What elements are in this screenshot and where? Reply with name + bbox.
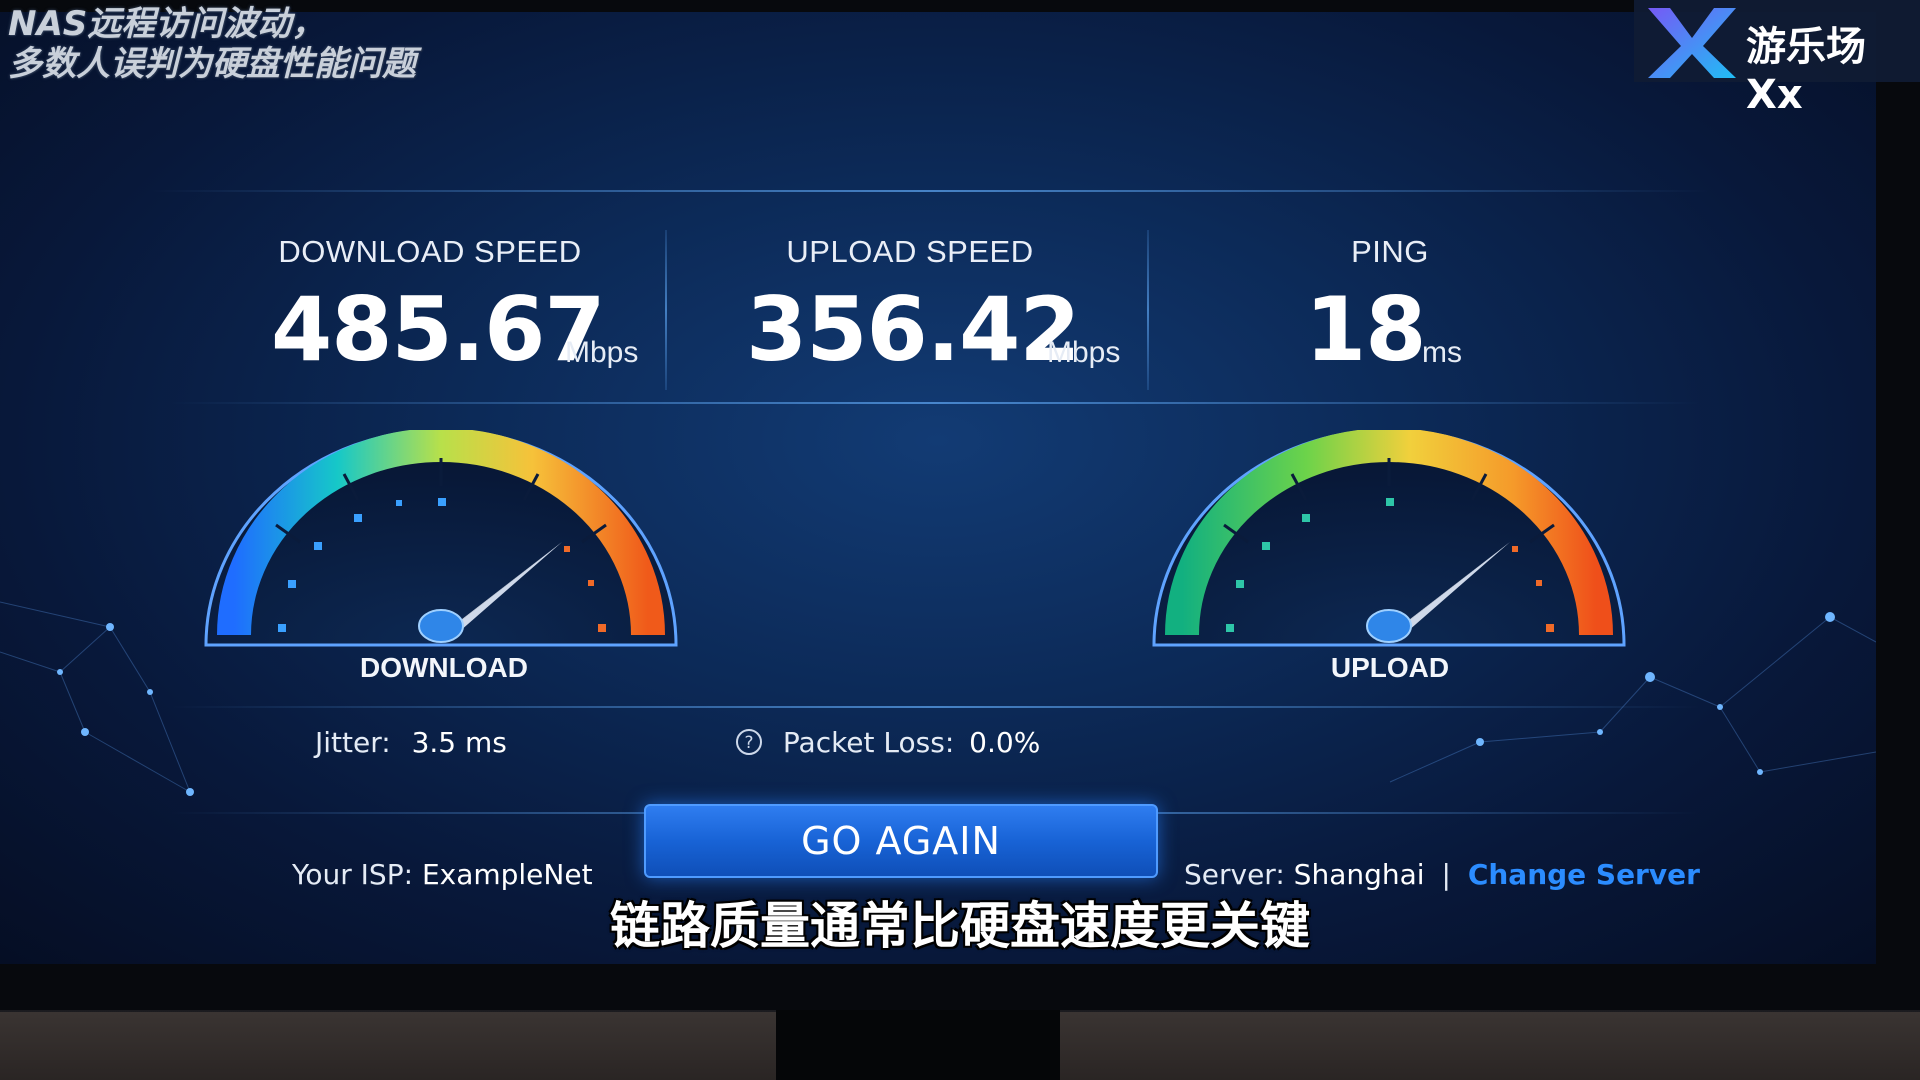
svg-text:?: ? [744,733,753,753]
desk-surface-right [1060,1012,1920,1080]
xx-logo-icon [1648,8,1736,78]
divider-vertical-2 [1147,230,1149,390]
divider-gauges [170,706,1700,708]
divider-top [150,190,1710,192]
upload-speed-value: 356.42 [746,278,1081,381]
logo-text: 游乐场Xx [1746,24,1866,118]
desk-surface-left [0,1012,776,1080]
upload-speed-label: UPLOAD SPEED [786,234,1034,269]
jitter-value: 3.5 ms [411,726,507,759]
download-speed-stat: DOWNLOAD SPEED 485.67 Mbps [240,234,638,394]
caption-line-2: 多数人误判为硬盘性能问题 [8,44,416,84]
upload-gauge-label: UPLOAD [1330,652,1450,683]
speedtest-screen: DOWNLOAD SPEED 485.67 Mbps UPLOAD SPEED … [0,12,1876,964]
download-gauge-label: DOWNLOAD [360,652,528,683]
download-speed-unit: Mbps [565,336,639,369]
upload-gauge [1152,430,1626,647]
jitter-readout: Jitter: 3.5 ms [315,726,507,759]
upload-speed-stat: UPLOAD SPEED 356.42 Mbps [720,234,1120,394]
video-caption-overlay: NAS远程访问波动， 多数人误判为硬盘性能问题 [8,4,416,84]
ping-unit: ms [1422,336,1462,369]
video-subtitle: 链路质量通常比硬盘速度更关键 [610,897,1310,955]
download-speed-value: 485.67 [271,278,606,381]
go-again-button[interactable]: GO AGAIN [644,804,1158,878]
download-gauge [204,430,678,647]
help-icon[interactable]: ? [734,727,764,757]
jitter-label: Jitter: [315,726,391,759]
caption-line-1: NAS远程访问波动， [8,4,326,44]
divider-vertical-1 [665,230,667,390]
monitor-stand [776,1010,1060,1080]
download-speed-label: DOWNLOAD SPEED [278,234,582,269]
divider-stats [170,402,1700,404]
upload-speed-unit: Mbps [1047,336,1121,369]
ping-value: 18 [1305,278,1426,381]
packet-loss-value: 0.0% [969,726,1041,759]
packet-loss-readout: ? Packet Loss: 0.0% [734,726,1040,759]
ping-label: PING [1351,234,1429,269]
ping-stat: PING 18 ms [1210,234,1570,394]
channel-logo: 游乐场Xx [1634,0,1920,118]
packet-loss-label: Packet Loss: [782,726,955,759]
